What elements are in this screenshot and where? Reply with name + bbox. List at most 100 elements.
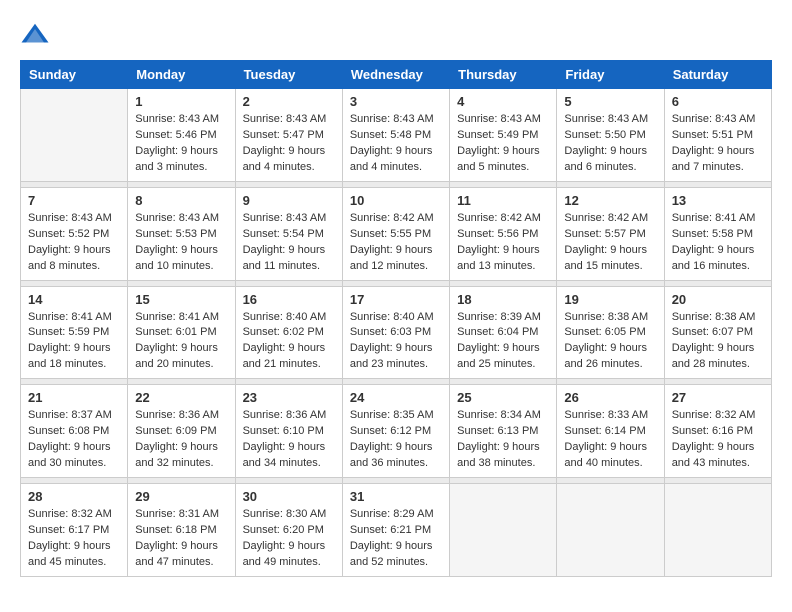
- weekday-header: Thursday: [450, 61, 557, 89]
- day-number: 24: [350, 390, 442, 405]
- day-number: 19: [564, 292, 656, 307]
- calendar-cell: 13Sunrise: 8:41 AMSunset: 5:58 PMDayligh…: [664, 187, 771, 280]
- day-number: 4: [457, 94, 549, 109]
- day-info: Sunrise: 8:43 AMSunset: 5:52 PMDaylight:…: [28, 211, 120, 275]
- day-info: Sunrise: 8:43 AMSunset: 5:54 PMDaylight:…: [243, 211, 335, 275]
- day-info: Sunrise: 8:29 AMSunset: 6:21 PMDaylight:…: [350, 507, 442, 571]
- weekday-header: Friday: [557, 61, 664, 89]
- day-info: Sunrise: 8:42 AMSunset: 5:55 PMDaylight:…: [350, 211, 442, 275]
- day-number: 15: [135, 292, 227, 307]
- calendar-cell: 11 Sunrise: 8:42 AMSunset: 5:56 PMDayligh…: [450, 187, 557, 280]
- weekday-header: Wednesday: [342, 61, 449, 89]
- day-number: 5: [564, 94, 656, 109]
- day-info: Sunrise: 8:42 AMSunset: 5:56 PMDaylight:…: [457, 211, 549, 275]
- calendar-cell: [557, 484, 664, 577]
- day-info: Sunrise: 8:33 AMSunset: 6:14 PMDaylight:…: [564, 408, 656, 472]
- calendar-cell: 28Sunrise: 8:32 AMSunset: 6:17 PMDayligh…: [21, 484, 128, 577]
- day-number: 6: [672, 94, 764, 109]
- calendar-cell: 1 Sunrise: 8:43 AMSunset: 5:46 PMDaylight…: [128, 89, 235, 182]
- day-info: Sunrise: 8:39 AMSunset: 6:04 PMDaylight:…: [457, 310, 549, 374]
- day-info: Sunrise: 8:40 AMSunset: 6:02 PMDaylight:…: [243, 310, 335, 374]
- calendar-week-row: 7Sunrise: 8:43 AMSunset: 5:52 PMDaylight…: [21, 187, 772, 280]
- day-number: 29: [135, 489, 227, 504]
- day-info: Sunrise: 8:43 AMSunset: 5:48 PMDaylight:…: [350, 112, 442, 176]
- calendar-cell: 17 Sunrise: 8:40 AMSunset: 6:03 PMDayligh…: [342, 286, 449, 379]
- calendar-cell: 25Sunrise: 8:34 AMSunset: 6:13 PMDayligh…: [450, 385, 557, 478]
- day-info: Sunrise: 8:40 AMSunset: 6:03 PMDaylight:…: [350, 310, 442, 374]
- day-info: Sunrise: 8:43 AMSunset: 5:49 PMDaylight:…: [457, 112, 549, 176]
- calendar-cell: 16Sunrise: 8:40 AMSunset: 6:02 PMDayligh…: [235, 286, 342, 379]
- calendar-cell: 18 Sunrise: 8:39 AMSunset: 6:04 PMDayligh…: [450, 286, 557, 379]
- weekday-header: Sunday: [21, 61, 128, 89]
- day-info: Sunrise: 8:43 AMSunset: 5:53 PMDaylight:…: [135, 211, 227, 275]
- day-number: 22: [135, 390, 227, 405]
- calendar-cell: [450, 484, 557, 577]
- calendar-cell: 20 Sunrise: 8:38 AMSunset: 6:07 PMDayligh…: [664, 286, 771, 379]
- calendar-cell: 10 Sunrise: 8:42 AMSunset: 5:55 PMDayligh…: [342, 187, 449, 280]
- calendar-week-row: 14 Sunrise: 8:41 AMSunset: 5:59 PMDayligh…: [21, 286, 772, 379]
- day-info: Sunrise: 8:42 AMSunset: 5:57 PMDaylight:…: [564, 211, 656, 275]
- day-number: 27: [672, 390, 764, 405]
- day-number: 2: [243, 94, 335, 109]
- day-info: Sunrise: 8:31 AMSunset: 6:18 PMDaylight:…: [135, 507, 227, 571]
- day-number: 20: [672, 292, 764, 307]
- calendar-cell: 5 Sunrise: 8:43 AMSunset: 5:50 PMDaylight…: [557, 89, 664, 182]
- day-info: Sunrise: 8:32 AMSunset: 6:16 PMDaylight:…: [672, 408, 764, 472]
- day-info: Sunrise: 8:43 AMSunset: 5:50 PMDaylight:…: [564, 112, 656, 176]
- day-number: 26: [564, 390, 656, 405]
- day-number: 31: [350, 489, 442, 504]
- day-number: 3: [350, 94, 442, 109]
- calendar-cell: 14 Sunrise: 8:41 AMSunset: 5:59 PMDayligh…: [21, 286, 128, 379]
- day-info: Sunrise: 8:43 AMSunset: 5:51 PMDaylight:…: [672, 112, 764, 176]
- day-number: 30: [243, 489, 335, 504]
- day-info: Sunrise: 8:43 AMSunset: 5:46 PMDaylight:…: [135, 112, 227, 176]
- day-number: 12: [564, 193, 656, 208]
- calendar-week-row: 1 Sunrise: 8:43 AMSunset: 5:46 PMDaylight…: [21, 89, 772, 182]
- day-info: Sunrise: 8:41 AMSunset: 6:01 PMDaylight:…: [135, 310, 227, 374]
- day-info: Sunrise: 8:43 AMSunset: 5:47 PMDaylight:…: [243, 112, 335, 176]
- calendar-cell: 21Sunrise: 8:37 AMSunset: 6:08 PMDayligh…: [21, 385, 128, 478]
- day-number: 11: [457, 193, 549, 208]
- calendar-cell: 3 Sunrise: 8:43 AMSunset: 5:48 PMDaylight…: [342, 89, 449, 182]
- calendar-week-row: 28Sunrise: 8:32 AMSunset: 6:17 PMDayligh…: [21, 484, 772, 577]
- day-number: 25: [457, 390, 549, 405]
- calendar: SundayMondayTuesdayWednesdayThursdayFrid…: [20, 60, 772, 577]
- day-number: 28: [28, 489, 120, 504]
- calendar-cell: 6 Sunrise: 8:43 AMSunset: 5:51 PMDaylight…: [664, 89, 771, 182]
- day-number: 14: [28, 292, 120, 307]
- day-number: 9: [243, 193, 335, 208]
- calendar-cell: 30 Sunrise: 8:30 AMSunset: 6:20 PMDayligh…: [235, 484, 342, 577]
- calendar-cell: [664, 484, 771, 577]
- calendar-cell: 24Sunrise: 8:35 AMSunset: 6:12 PMDayligh…: [342, 385, 449, 478]
- day-info: Sunrise: 8:41 AMSunset: 5:59 PMDaylight:…: [28, 310, 120, 374]
- page-header: [20, 20, 772, 50]
- calendar-cell: 22 Sunrise: 8:36 AMSunset: 6:09 PMDayligh…: [128, 385, 235, 478]
- weekday-header: Monday: [128, 61, 235, 89]
- calendar-cell: 2 Sunrise: 8:43 AMSunset: 5:47 PMDaylight…: [235, 89, 342, 182]
- day-number: 13: [672, 193, 764, 208]
- day-number: 23: [243, 390, 335, 405]
- day-number: 8: [135, 193, 227, 208]
- calendar-cell: 26 Sunrise: 8:33 AMSunset: 6:14 PMDayligh…: [557, 385, 664, 478]
- day-info: Sunrise: 8:30 AMSunset: 6:20 PMDaylight:…: [243, 507, 335, 571]
- calendar-cell: 9 Sunrise: 8:43 AMSunset: 5:54 PMDaylight…: [235, 187, 342, 280]
- day-info: Sunrise: 8:36 AMSunset: 6:09 PMDaylight:…: [135, 408, 227, 472]
- calendar-cell: 19Sunrise: 8:38 AMSunset: 6:05 PMDayligh…: [557, 286, 664, 379]
- day-number: 17: [350, 292, 442, 307]
- day-info: Sunrise: 8:38 AMSunset: 6:07 PMDaylight:…: [672, 310, 764, 374]
- calendar-cell: 12 Sunrise: 8:42 AMSunset: 5:57 PMDayligh…: [557, 187, 664, 280]
- weekday-header: Saturday: [664, 61, 771, 89]
- calendar-cell: 8 Sunrise: 8:43 AMSunset: 5:53 PMDaylight…: [128, 187, 235, 280]
- calendar-week-row: 21Sunrise: 8:37 AMSunset: 6:08 PMDayligh…: [21, 385, 772, 478]
- day-number: 1: [135, 94, 227, 109]
- weekday-header: Tuesday: [235, 61, 342, 89]
- calendar-cell: 4 Sunrise: 8:43 AMSunset: 5:49 PMDaylight…: [450, 89, 557, 182]
- day-number: 18: [457, 292, 549, 307]
- day-info: Sunrise: 8:36 AMSunset: 6:10 PMDaylight:…: [243, 408, 335, 472]
- calendar-header-row: SundayMondayTuesdayWednesdayThursdayFrid…: [21, 61, 772, 89]
- day-number: 10: [350, 193, 442, 208]
- day-number: 21: [28, 390, 120, 405]
- calendar-cell: [21, 89, 128, 182]
- logo-icon: [20, 20, 50, 50]
- calendar-cell: 27 Sunrise: 8:32 AMSunset: 6:16 PMDayligh…: [664, 385, 771, 478]
